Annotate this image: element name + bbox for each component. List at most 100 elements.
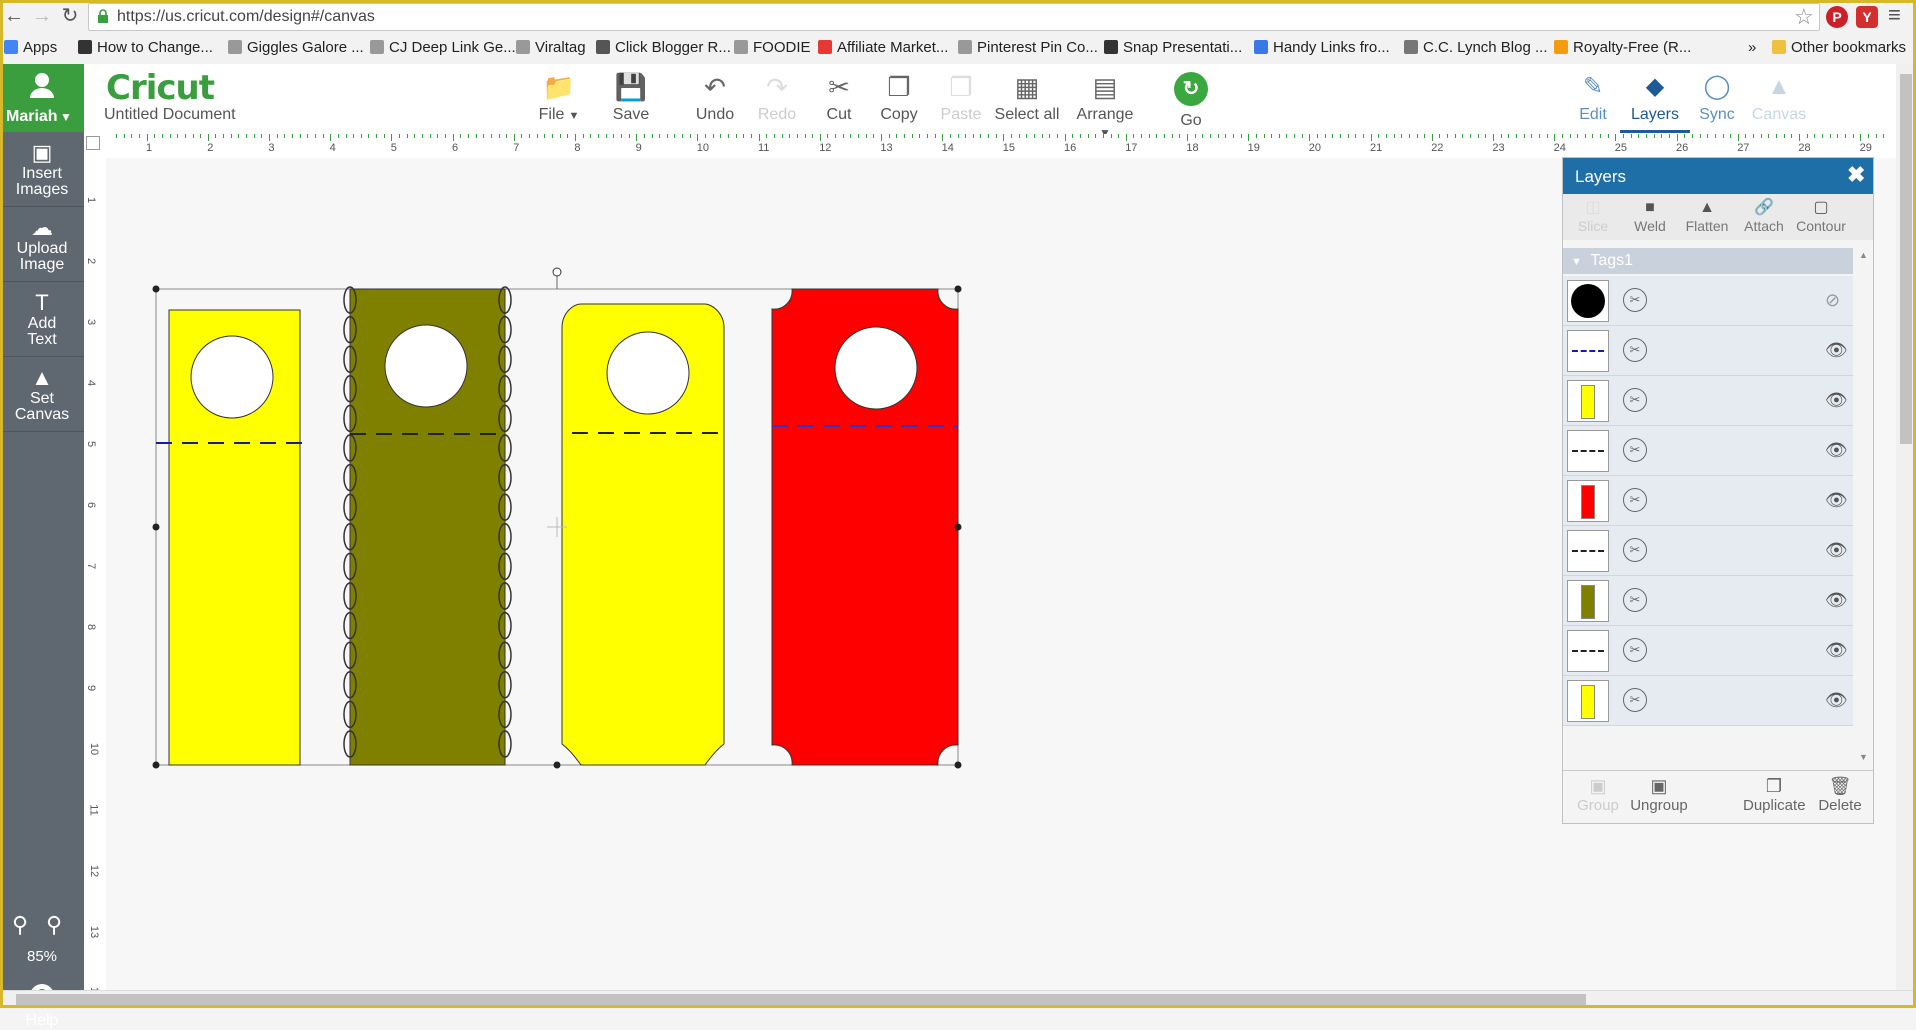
sidebar-item-images[interactable]: ▣ Insert Images xyxy=(0,132,84,207)
eye-icon[interactable]: 👁 xyxy=(1825,640,1848,661)
bookmark-item[interactable]: FOODIE xyxy=(734,36,811,58)
layer-tool-flatten[interactable]: ▲ Flatten xyxy=(1679,198,1735,234)
bookmark-item[interactable]: Royalty-Free (R... xyxy=(1554,36,1691,58)
ruler-tick xyxy=(842,134,844,138)
bookmark-item[interactable]: Viraltag xyxy=(516,36,586,58)
scissors-icon[interactable]: ✂ xyxy=(1623,388,1647,412)
eye-icon[interactable]: 👁 xyxy=(1825,490,1848,511)
eye-icon[interactable]: 👁 xyxy=(1825,690,1848,711)
scroll-thumb[interactable] xyxy=(16,994,1586,1006)
layer-row[interactable]: ✂ 👁 xyxy=(1563,376,1853,426)
wordpress-icon xyxy=(1404,40,1418,54)
eye-hidden-icon[interactable]: ⊘ xyxy=(1825,290,1840,311)
resize-handle[interactable] xyxy=(954,523,962,531)
eye-icon[interactable]: 👁 xyxy=(1825,390,1848,411)
layer-row[interactable]: ✂ 👁 xyxy=(1563,676,1853,726)
forward-icon[interactable]: → xyxy=(30,4,54,28)
document-title[interactable]: Untitled Document xyxy=(104,106,236,124)
tool-undo[interactable]: ↶ Undo xyxy=(680,72,750,124)
tool-save[interactable]: 💾 Save xyxy=(596,72,666,124)
tag-3[interactable] xyxy=(561,303,726,766)
scissors-icon[interactable]: ✂ xyxy=(1623,538,1647,562)
bookmark-item[interactable]: Affiliate Market... xyxy=(818,36,948,58)
sidebar-item-canvas[interactable]: ▲ Set Canvas xyxy=(0,357,84,432)
tag-4[interactable] xyxy=(771,288,959,766)
ruler-tick xyxy=(1745,134,1747,138)
bookmark-item[interactable]: Giggles Galore ... xyxy=(228,36,364,58)
resize-handle[interactable] xyxy=(152,761,160,769)
scissors-icon[interactable]: ✂ xyxy=(1623,288,1647,312)
scissors-icon[interactable]: ✂ xyxy=(1623,588,1647,612)
rotate-handle[interactable] xyxy=(552,267,562,277)
sidebar-item-image[interactable]: ☁ Upload Image xyxy=(0,207,84,282)
layer-row[interactable]: ✂ ⊘ xyxy=(1563,276,1853,326)
layer-row[interactable]: ✂ 👁 xyxy=(1563,426,1853,476)
layer-tool-weld[interactable]: ■ Weld xyxy=(1622,198,1678,234)
tag-1[interactable] xyxy=(156,309,311,766)
tool-arrange[interactable]: ▤ Arrange ▼ xyxy=(1070,72,1140,140)
tab-edit[interactable]: ✎ Edit xyxy=(1558,72,1628,124)
scissors-icon[interactable]: ✂ xyxy=(1623,638,1647,662)
layer-row[interactable]: ✂ 👁 xyxy=(1563,326,1853,376)
page-icon xyxy=(516,40,530,54)
scroll-thumb[interactable] xyxy=(1900,74,1912,444)
scroll-down-icon[interactable]: ▼ xyxy=(1859,752,1868,762)
layers-scrollbar[interactable]: ▲ ▼ xyxy=(1855,248,1871,768)
bookmarks-overflow[interactable]: » xyxy=(1748,36,1756,58)
resize-handle[interactable] xyxy=(152,285,160,293)
user-menu[interactable]: Mariah ▼ xyxy=(0,64,84,132)
bookmark-item[interactable]: C.C. Lynch Blog ... xyxy=(1404,36,1548,58)
horizontal-scrollbar[interactable] xyxy=(0,990,1916,1009)
layer-ungroup-button[interactable]: ▣ Ungroup xyxy=(1621,775,1697,814)
resize-handle[interactable] xyxy=(954,285,962,293)
tab-sync[interactable]: ◯ Sync xyxy=(1682,72,1752,124)
menu-icon[interactable]: ≡ xyxy=(1888,2,1901,28)
layer-tool-attach[interactable]: 🔗 Attach xyxy=(1736,198,1792,234)
tool-file[interactable]: 📁 File ▼ xyxy=(524,72,594,124)
scissors-icon[interactable]: ✂ xyxy=(1623,688,1647,712)
bookmark-item[interactable]: CJ Deep Link Ge... xyxy=(370,36,516,58)
tool-go[interactable]: ↻ Go xyxy=(1156,72,1226,130)
layer-duplicate-button[interactable]: ❐ Duplicate xyxy=(1743,775,1805,814)
scissors-icon[interactable]: ✂ xyxy=(1623,338,1647,362)
extension-y-icon[interactable]: Y xyxy=(1856,6,1878,28)
resize-handle[interactable] xyxy=(954,761,962,769)
eye-icon[interactable]: 👁 xyxy=(1825,590,1848,611)
resize-handle[interactable] xyxy=(152,523,160,531)
bookmark-item[interactable]: Snap Presentati... xyxy=(1104,36,1242,58)
zoom-in-icon[interactable]: ⚲ xyxy=(46,912,62,938)
eye-icon[interactable]: 👁 xyxy=(1825,340,1848,361)
other-bookmarks[interactable]: Other bookmarks xyxy=(1772,36,1906,58)
bookmark-item[interactable]: How to Change... xyxy=(78,36,213,58)
pinterest-icon[interactable]: P xyxy=(1826,6,1848,28)
eye-icon[interactable]: 👁 xyxy=(1825,440,1848,461)
layer-tool-contour[interactable]: ▢ Contour xyxy=(1793,198,1849,234)
layer-row[interactable]: ✂ 👁 xyxy=(1563,626,1853,676)
reload-icon[interactable]: ↻ xyxy=(58,4,82,28)
url-bar[interactable]: https://us.cricut.com/design#/canvas xyxy=(88,3,1820,31)
bookmark-item[interactable]: Click Blogger R... xyxy=(596,36,731,58)
sidebar-item-text[interactable]: T Add Text xyxy=(0,282,84,357)
layer-row[interactable]: ✂ 👁 xyxy=(1563,576,1853,626)
bookmark-item[interactable]: Handy Links fro... xyxy=(1254,36,1390,58)
resize-handle[interactable] xyxy=(553,761,561,769)
layer-row[interactable]: ✂ 👁 xyxy=(1563,476,1853,526)
scroll-up-icon[interactable]: ▲ xyxy=(1859,250,1868,260)
tab-layers[interactable]: ◆ Layers xyxy=(1620,72,1690,133)
layer-group-header[interactable]: ▼ Tags1 xyxy=(1563,248,1853,274)
star-icon[interactable]: ☆ xyxy=(1794,4,1814,30)
tool-select-all[interactable]: ▦ Select all xyxy=(992,72,1062,124)
tag-2[interactable] xyxy=(343,286,512,766)
scissors-icon[interactable]: ✂ xyxy=(1623,488,1647,512)
vertical-scrollbar[interactable] xyxy=(1896,64,1916,994)
bookmark-item[interactable]: Pinterest Pin Co... xyxy=(958,36,1098,58)
tool-copy[interactable]: ❐ Copy xyxy=(864,72,934,124)
eye-icon[interactable]: 👁 xyxy=(1825,540,1848,561)
back-icon[interactable]: ← xyxy=(2,4,26,28)
layer-row[interactable]: ✂ 👁 xyxy=(1563,526,1853,576)
layer-delete-button[interactable]: 🗑 Delete xyxy=(1809,775,1871,814)
scissors-icon[interactable]: ✂ xyxy=(1623,438,1647,462)
close-icon[interactable]: ✖ xyxy=(1847,162,1865,188)
zoom-out-icon[interactable]: ⚲ xyxy=(12,912,28,938)
bookmark-item[interactable]: Apps xyxy=(4,36,57,58)
